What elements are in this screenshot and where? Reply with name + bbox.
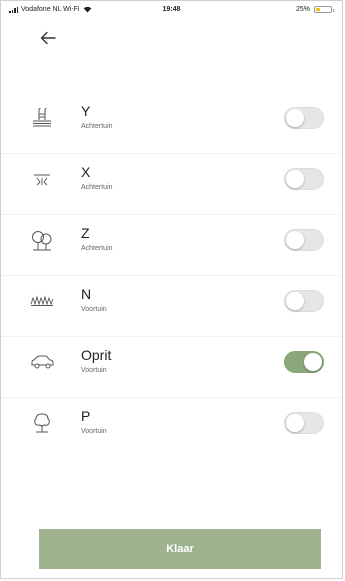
item-subtitle: Achtertuin — [81, 123, 113, 130]
trees-icon — [29, 229, 55, 251]
zone-list: Y Achtertuin X Achtertuin Z Achtertuin N… — [1, 93, 342, 458]
status-bar: Vodafone NL Wi-Fi 19:48 25% — [1, 1, 342, 19]
grass-icon — [29, 290, 55, 312]
toggle-knob — [286, 292, 304, 310]
item-subtitle: Achtertuin — [81, 245, 113, 252]
battery-percent: 25% — [295, 6, 310, 13]
list-item: X Achtertuin — [1, 153, 342, 214]
item-subtitle: Voortuin — [81, 306, 107, 313]
arrow-left-icon — [40, 31, 56, 45]
toggle-knob — [286, 414, 304, 432]
sprinkler-icon — [29, 168, 55, 190]
toggle-knob — [304, 353, 322, 371]
list-item: N Voortuin — [1, 275, 342, 336]
toggle-switch[interactable] — [284, 229, 324, 251]
status-time: 19:48 — [162, 6, 181, 13]
item-subtitle: Voortuin — [81, 367, 107, 374]
toggle-switch[interactable] — [284, 168, 324, 190]
status-right: 25% — [295, 6, 334, 13]
toggle-knob — [286, 170, 304, 188]
pool-ladder-icon — [29, 107, 55, 129]
item-title: Y — [81, 103, 91, 119]
toggle-switch[interactable] — [284, 412, 324, 434]
back-button[interactable] — [37, 27, 59, 49]
toggle-switch[interactable] — [284, 290, 324, 312]
done-button[interactable]: Klaar — [39, 529, 321, 569]
toggle-switch[interactable] — [284, 107, 324, 129]
item-title: Oprit — [81, 347, 112, 363]
battery-icon — [314, 6, 334, 13]
item-title: N — [81, 286, 92, 302]
item-title: Z — [81, 225, 90, 241]
app-screen: Vodafone NL Wi-Fi 19:48 25% Y Achtertuin… — [0, 0, 343, 579]
list-item: P Voortuin — [1, 397, 342, 458]
list-item: Z Achtertuin — [1, 214, 342, 275]
driveway-car-icon — [29, 351, 55, 373]
tree-icon — [29, 412, 55, 434]
item-title: P — [81, 408, 91, 424]
toggle-knob — [286, 231, 304, 249]
item-title: X — [81, 164, 91, 180]
list-item: Y Achtertuin — [1, 93, 342, 153]
list-item: Oprit Voortuin — [1, 336, 342, 397]
toggle-switch[interactable] — [284, 351, 324, 373]
item-subtitle: Voortuin — [81, 428, 107, 435]
item-subtitle: Achtertuin — [81, 184, 113, 191]
toggle-knob — [286, 109, 304, 127]
